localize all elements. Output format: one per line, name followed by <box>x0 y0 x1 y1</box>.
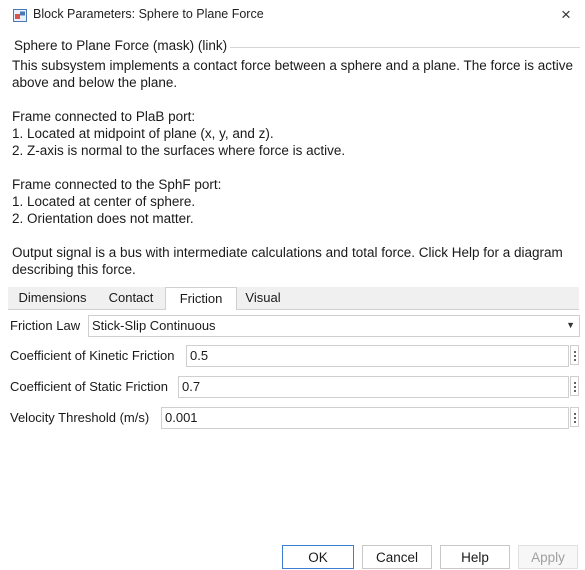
tab-bar: Dimensions Contact Friction Visual <box>8 287 579 311</box>
kinetic-friction-field[interactable]: 0.5 <box>186 345 569 367</box>
chevron-down-icon: ▼ <box>566 320 575 330</box>
tab-dimensions[interactable]: Dimensions <box>8 287 97 309</box>
help-button[interactable]: Help <box>440 545 510 569</box>
cancel-button[interactable]: Cancel <box>362 545 432 569</box>
velocity-threshold-label: Velocity Threshold (m/s) <box>10 410 150 425</box>
kebab-menu-icon[interactable] <box>570 345 579 365</box>
static-friction-label: Coefficient of Static Friction <box>10 379 168 394</box>
kinetic-friction-label: Coefficient of Kinetic Friction <box>10 348 175 363</box>
window-title: Block Parameters: Sphere to Plane Force <box>33 7 264 21</box>
friction-law-value: Stick-Slip Continuous <box>92 318 216 333</box>
kebab-menu-icon[interactable] <box>570 407 579 427</box>
kinetic-friction-value: 0.5 <box>190 348 209 363</box>
description-paragraph: Frame connected to PlaB port: 1. Located… <box>12 109 346 158</box>
tab-visual[interactable]: Visual <box>235 287 291 309</box>
description-paragraph: Frame connected to the SphF port: 1. Loc… <box>12 177 222 226</box>
kebab-menu-icon[interactable] <box>570 376 579 396</box>
description-paragraph: Output signal is a bus with intermediate… <box>12 245 563 277</box>
block-description: This subsystem implements a contact forc… <box>12 57 580 295</box>
static-friction-value: 0.7 <box>182 379 201 394</box>
group-title: Sphere to Plane Force (mask) (link) <box>14 38 232 53</box>
friction-law-dropdown[interactable]: Stick-Slip Continuous ▼ <box>88 315 580 337</box>
description-paragraph: This subsystem implements a contact forc… <box>12 58 574 90</box>
group-divider <box>230 47 580 48</box>
apply-button[interactable]: Apply <box>518 545 578 569</box>
ok-button[interactable]: OK <box>282 545 354 569</box>
friction-law-label: Friction Law <box>10 318 81 333</box>
velocity-threshold-field[interactable]: 0.001 <box>161 407 569 429</box>
simulink-block-icon <box>13 9 27 22</box>
velocity-threshold-value: 0.001 <box>165 410 198 425</box>
tab-friction[interactable]: Friction <box>165 287 237 311</box>
dialog-panel: Sphere to Plane Force (mask) (link) This… <box>0 30 585 569</box>
title-bar: Block Parameters: Sphere to Plane Force … <box>0 0 585 30</box>
friction-tab-content: Friction Law Stick-Slip Continuous ▼ Coe… <box>8 310 580 552</box>
close-icon[interactable]: × <box>555 4 577 26</box>
parameter-tabs: Dimensions Contact Friction Visual Frict… <box>8 287 580 552</box>
tab-contact[interactable]: Contact <box>97 287 165 309</box>
static-friction-field[interactable]: 0.7 <box>178 376 569 398</box>
